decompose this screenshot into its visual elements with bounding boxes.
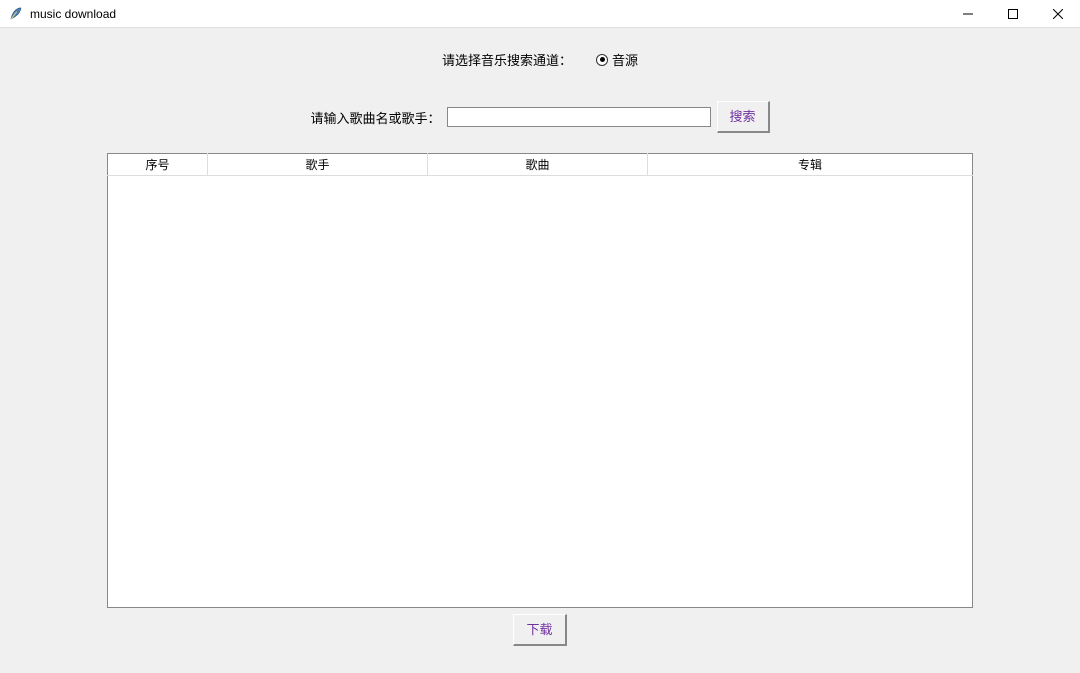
close-button[interactable] — [1035, 0, 1080, 27]
minimize-button[interactable] — [945, 0, 990, 27]
col-header-index[interactable]: 序号 — [108, 154, 208, 176]
channel-radio-source[interactable]: 音源 — [596, 50, 638, 69]
radio-icon — [596, 54, 608, 66]
titlebar-left: music download — [0, 6, 116, 22]
channel-row: 请选择音乐搜索通道： 音源 — [0, 50, 1080, 69]
results-table[interactable]: 序号 歌手 歌曲 专辑 — [107, 153, 973, 608]
col-header-artist[interactable]: 歌手 — [208, 154, 428, 176]
download-row: 下载 — [0, 614, 1080, 646]
col-header-song[interactable]: 歌曲 — [428, 154, 648, 176]
search-label: 请输入歌曲名或歌手： — [310, 108, 440, 127]
app-feather-icon — [8, 6, 24, 22]
titlebar: music download — [0, 0, 1080, 28]
content-area: 请选择音乐搜索通道： 音源 请输入歌曲名或歌手： 搜索 序号 歌手 歌曲 专辑 — [0, 28, 1080, 646]
download-button[interactable]: 下载 — [513, 614, 566, 646]
table-header-row: 序号 歌手 歌曲 专辑 — [108, 154, 973, 176]
window-controls — [945, 0, 1080, 27]
results-table-wrap: 序号 歌手 歌曲 专辑 — [107, 153, 973, 608]
search-input[interactable] — [447, 107, 711, 127]
channel-label: 请选择音乐搜索通道： — [442, 50, 572, 69]
window-title: music download — [30, 7, 116, 21]
maximize-button[interactable] — [990, 0, 1035, 27]
search-button[interactable]: 搜索 — [717, 101, 770, 133]
table-body-empty — [108, 176, 973, 608]
search-row: 请输入歌曲名或歌手： 搜索 — [0, 101, 1080, 133]
radio-dot-icon — [600, 57, 605, 62]
col-header-album[interactable]: 专辑 — [648, 154, 973, 176]
channel-radio-label: 音源 — [612, 50, 638, 69]
